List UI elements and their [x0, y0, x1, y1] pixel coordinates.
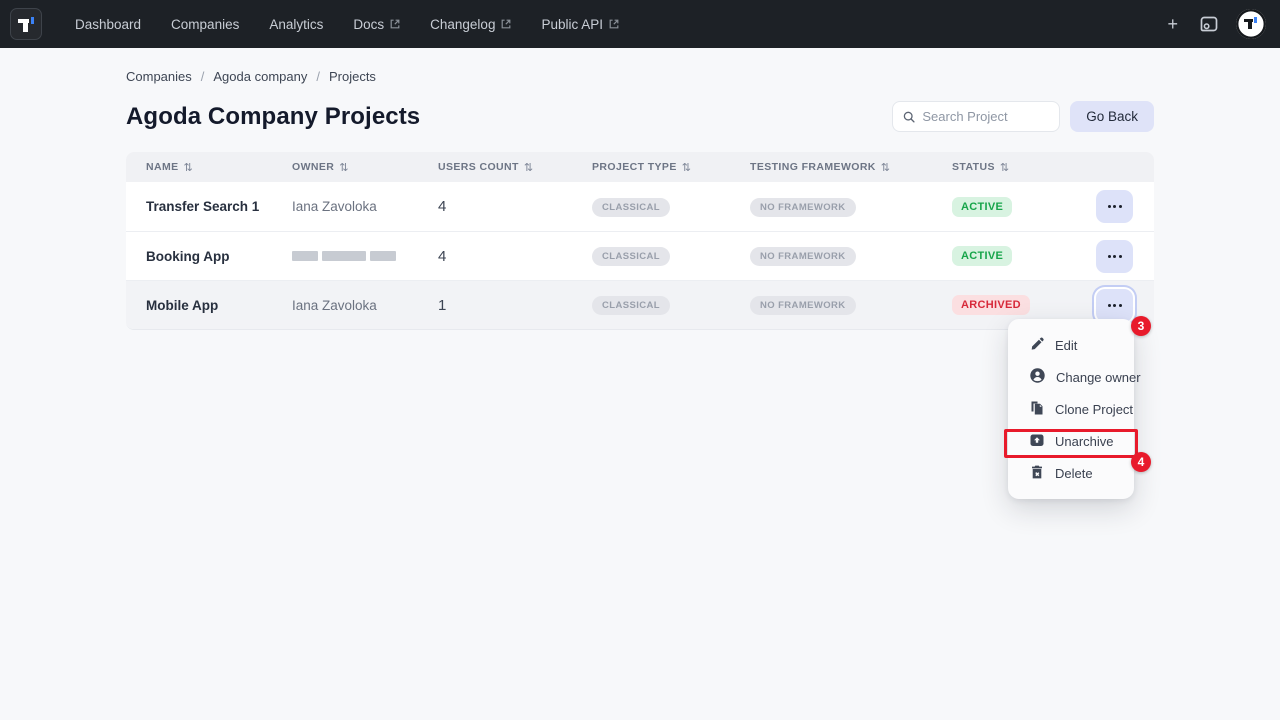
app-logo[interactable] — [10, 8, 42, 40]
ellipsis-icon — [1108, 255, 1111, 258]
users-count: 1 — [438, 297, 592, 314]
unarchive-icon — [1029, 432, 1045, 451]
project-owner: Iana Zavoloka — [292, 199, 438, 214]
menu-item-clone-project[interactable]: Clone Project — [1008, 393, 1134, 425]
column-header-users-count[interactable]: USERS COUNT⇅ — [438, 161, 592, 174]
nav-item-docs[interactable]: Docs — [338, 9, 415, 40]
table-body: Transfer Search 1 Iana Zavoloka 4 CLASSI… — [126, 182, 1154, 329]
project-owner: Iana Zavoloka — [292, 298, 438, 313]
users-count: 4 — [438, 198, 592, 215]
search-input[interactable] — [922, 109, 1049, 124]
nav-item-label: Public API — [541, 17, 603, 32]
table-header-row: NAME⇅OWNER⇅USERS COUNT⇅PROJECT TYPE⇅TEST… — [126, 152, 1154, 182]
project-owner — [292, 251, 438, 261]
column-header-status[interactable]: STATUS⇅ — [952, 161, 1096, 174]
menu-item-label: Change owner — [1056, 370, 1141, 385]
menu-item-label: Edit — [1055, 338, 1077, 353]
breadcrumb-separator: / — [316, 69, 320, 84]
sort-icon: ⇅ — [524, 161, 534, 174]
pencil-icon — [1029, 336, 1045, 355]
project-name: Transfer Search 1 — [146, 199, 292, 214]
page-title: Agoda Company Projects — [126, 103, 420, 131]
column-header-owner[interactable]: OWNER⇅ — [292, 161, 438, 174]
column-header-testing-framework[interactable]: TESTING FRAMEWORK⇅ — [750, 161, 952, 174]
ellipsis-icon — [1108, 304, 1111, 307]
annotation-step-badge: 4 — [1131, 452, 1151, 472]
nav-item-label: Analytics — [269, 17, 323, 32]
menu-item-label: Clone Project — [1055, 402, 1133, 417]
menu-item-edit[interactable]: Edit — [1008, 329, 1134, 361]
table-row[interactable]: Booking App 4 CLASSICAL NO FRAMEWORK ACT… — [126, 231, 1154, 280]
page-header: Agoda Company Projects Go Back — [126, 101, 1154, 132]
menu-item-label: Unarchive — [1055, 434, 1114, 449]
table-row[interactable]: Mobile App Iana Zavoloka 1 CLASSICAL NO … — [126, 280, 1154, 329]
nav-item-label: Docs — [353, 17, 384, 32]
sort-icon: ⇅ — [339, 161, 349, 174]
user-circle-icon — [1029, 367, 1046, 387]
status-badge: ACTIVE — [952, 246, 1012, 266]
menu-item-delete[interactable]: Delete — [1008, 457, 1134, 489]
project-name: Mobile App — [146, 298, 292, 313]
status-badge: ARCHIVED — [952, 295, 1030, 315]
project-type-badge: CLASSICAL — [592, 247, 670, 266]
breadcrumb-item[interactable]: Agoda company — [213, 69, 307, 84]
menu-item-label: Delete — [1055, 466, 1093, 481]
status-badge: ACTIVE — [952, 197, 1012, 217]
feedback-icon[interactable] — [1199, 14, 1219, 34]
external-link-icon — [501, 19, 511, 29]
header-actions: Go Back — [892, 101, 1154, 132]
search-icon — [903, 110, 915, 124]
column-header-name[interactable]: NAME⇅ — [146, 161, 292, 174]
nav-item-companies[interactable]: Companies — [156, 9, 254, 40]
testing-framework-badge: NO FRAMEWORK — [750, 247, 856, 266]
menu-item-unarchive[interactable]: Unarchive — [1008, 425, 1134, 457]
nav-item-changelog[interactable]: Changelog — [415, 9, 526, 40]
breadcrumb-item[interactable]: Companies — [126, 69, 192, 84]
nav-item-label: Companies — [171, 17, 239, 32]
row-actions-menu: Edit Change owner Clone Project Unarchive De… — [1008, 319, 1134, 499]
nav-item-public-api[interactable]: Public API — [526, 9, 634, 40]
nav-item-dashboard[interactable]: Dashboard — [60, 9, 156, 40]
nav-right-group: + — [1163, 9, 1266, 39]
breadcrumb-item[interactable]: Projects — [329, 69, 376, 84]
sort-icon: ⇅ — [184, 161, 194, 174]
trash-icon — [1029, 464, 1045, 483]
sort-icon: ⇅ — [682, 161, 692, 174]
redacted-owner — [292, 251, 438, 261]
row-actions-button[interactable] — [1096, 190, 1133, 223]
add-icon[interactable]: + — [1163, 13, 1182, 35]
sort-icon: ⇅ — [1000, 161, 1010, 174]
table-row[interactable]: Transfer Search 1 Iana Zavoloka 4 CLASSI… — [126, 182, 1154, 231]
testing-framework-badge: NO FRAMEWORK — [750, 198, 856, 217]
nav-item-label: Dashboard — [75, 17, 141, 32]
menu-item-change-owner[interactable]: Change owner — [1008, 361, 1134, 393]
ellipsis-icon — [1108, 205, 1111, 208]
row-actions-button[interactable] — [1096, 240, 1133, 273]
project-name: Booking App — [146, 249, 292, 264]
user-avatar[interactable] — [1236, 9, 1266, 39]
search-box — [892, 101, 1060, 132]
nav-item-analytics[interactable]: Analytics — [254, 9, 338, 40]
testing-framework-badge: NO FRAMEWORK — [750, 296, 856, 315]
top-navigation: Dashboard Companies Analytics Docs Changelog… — [0, 0, 1280, 48]
copy-icon — [1029, 400, 1045, 419]
external-link-icon — [390, 19, 400, 29]
project-type-badge: CLASSICAL — [592, 198, 670, 217]
go-back-button[interactable]: Go Back — [1070, 101, 1154, 132]
breadcrumb: Companies / Agoda company / Projects — [126, 69, 1154, 84]
users-count: 4 — [438, 248, 592, 265]
projects-table: NAME⇅OWNER⇅USERS COUNT⇅PROJECT TYPE⇅TEST… — [126, 152, 1154, 330]
column-header-project-type[interactable]: PROJECT TYPE⇅ — [592, 161, 750, 174]
project-type-badge: CLASSICAL — [592, 296, 670, 315]
nav-item-label: Changelog — [430, 17, 495, 32]
external-link-icon — [609, 19, 619, 29]
row-actions-button[interactable] — [1096, 289, 1133, 322]
sort-icon: ⇅ — [881, 161, 891, 174]
breadcrumb-separator: / — [201, 69, 205, 84]
nav-menu: Dashboard Companies Analytics Docs Changelog… — [60, 9, 634, 40]
